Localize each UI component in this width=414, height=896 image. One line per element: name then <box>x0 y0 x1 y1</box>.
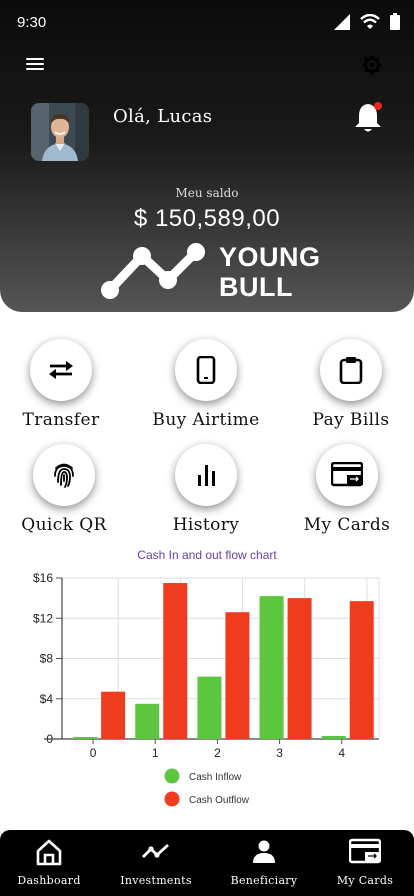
x-tick-label: 3 <box>276 746 283 760</box>
menu-icon[interactable] <box>26 58 44 72</box>
nav-label: My Cards <box>336 874 394 887</box>
cash-flow-chart: 0$4$8$12$160 1 2 3 4Cash InflowCash Outflow <box>33 571 380 807</box>
wifi-icon <box>360 13 380 29</box>
nav-label: Dashboard <box>17 874 81 887</box>
action-circle[interactable] <box>175 339 237 401</box>
action-label: Transfer <box>22 410 100 430</box>
logo-line2: BULL <box>219 272 293 302</box>
nav-label: Beneficiary <box>230 874 298 887</box>
action-circle[interactable] <box>175 444 237 506</box>
legend-swatch <box>164 791 180 807</box>
gear-icon[interactable] <box>362 55 382 75</box>
legend-label: Cash Inflow <box>189 772 242 783</box>
swap-arrows-icon <box>49 361 73 379</box>
action-circle[interactable] <box>316 444 378 506</box>
trend-line-icon <box>142 843 169 858</box>
battery-icon <box>390 13 400 30</box>
nav-my-cards[interactable]: My Cards <box>313 838 414 887</box>
logo-graphic <box>101 243 205 299</box>
action-circle[interactable] <box>320 339 382 401</box>
card-icon <box>331 462 363 487</box>
y-tick-label: $12 <box>33 611 53 625</box>
bar-cash-outflow <box>101 691 126 739</box>
bar-cash-inflow <box>73 736 98 739</box>
x-tick-label: 4 <box>338 746 345 760</box>
nav-dashboard[interactable]: Dashboard <box>0 838 101 887</box>
signal-icon <box>334 13 350 30</box>
phone-icon <box>196 356 216 384</box>
status-time: 9:30 <box>17 14 47 31</box>
y-tick-label: $4 <box>40 692 54 706</box>
home-icon <box>36 839 62 866</box>
action-buy-airtime[interactable]: Buy Airtime <box>137 339 275 430</box>
y-tick-label: $16 <box>33 571 53 585</box>
header: 9:30 Olá, Lucas Meu saldo $ 150,589,00 Y… <box>0 0 414 312</box>
logo-text: YOUNG BULL <box>219 242 321 302</box>
action-label: Buy Airtime <box>152 410 260 430</box>
legend-label: Cash Outflow <box>189 795 250 806</box>
action-quick-qr[interactable]: Quick QR <box>0 444 133 535</box>
logo-line1: YOUNG <box>219 242 321 272</box>
balance-value: $ 150,589,00 <box>133 205 281 232</box>
nav-beneficiary[interactable]: Beneficiary <box>212 838 316 887</box>
bar-cash-inflow <box>259 596 284 739</box>
x-tick-label: 0 <box>90 746 97 760</box>
bell-icon[interactable] <box>353 100 385 134</box>
action-transfer[interactable]: Transfer <box>0 339 130 430</box>
person-icon <box>253 840 275 863</box>
avatar[interactable] <box>31 103 89 161</box>
y-tick-label: $8 <box>40 652 54 666</box>
fingerprint-icon <box>54 463 74 488</box>
greeting: Olá, Lucas <box>113 106 213 127</box>
nav-investments[interactable]: Investments <box>104 838 208 887</box>
action-history[interactable]: History <box>137 444 275 535</box>
clipboard-icon <box>339 357 363 384</box>
bar-cash-outflow <box>287 598 312 739</box>
balance-label: Meu saldo <box>175 186 239 200</box>
action-label: Quick QR <box>21 515 107 535</box>
action-label: My Cards <box>303 515 391 535</box>
bar-cash-outflow <box>225 612 250 739</box>
action-circle[interactable] <box>33 444 95 506</box>
x-tick-label: 1 <box>152 746 159 760</box>
chart-title: Cash In and out flow chart <box>137 548 277 562</box>
action-my-cards[interactable]: My Cards <box>278 444 414 535</box>
bar-cash-outflow <box>163 583 188 739</box>
bar-cash-outflow <box>349 601 374 739</box>
x-tick-label: 2 <box>214 746 221 760</box>
action-label: Pay Bills <box>312 410 390 430</box>
nav-label: Investments <box>120 874 192 887</box>
status-icons <box>334 13 400 30</box>
action-circle[interactable] <box>30 339 92 401</box>
bottom-nav: Dashboard Investments Beneficiary My Car… <box>0 830 414 896</box>
bar-chart-icon <box>198 465 215 486</box>
bar-cash-inflow <box>135 703 160 739</box>
action-label: History <box>172 515 240 535</box>
card-icon <box>348 838 382 864</box>
action-pay-bills[interactable]: Pay Bills <box>282 339 414 430</box>
legend-swatch <box>164 768 180 784</box>
bar-cash-inflow <box>197 676 222 739</box>
bar-cash-inflow <box>321 735 346 739</box>
